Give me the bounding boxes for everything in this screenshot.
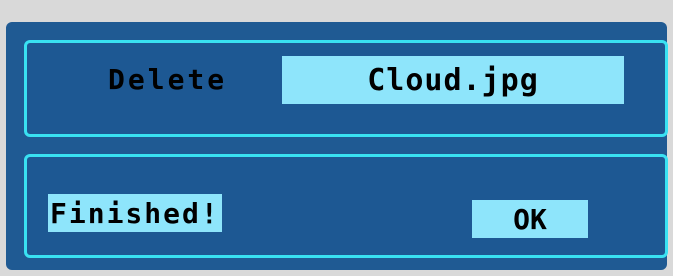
delete-label: Delete (108, 63, 228, 96)
ok-button-label: OK (513, 202, 547, 236)
delete-dialog: Delete Cloud.jpg Finished! OK (6, 22, 668, 270)
ok-button[interactable]: OK (472, 200, 588, 238)
status-message: Finished! (48, 194, 222, 232)
status-text: Finished! (50, 196, 220, 230)
filename-text: Cloud.jpg (367, 62, 539, 98)
filename-field: Cloud.jpg (282, 56, 624, 104)
